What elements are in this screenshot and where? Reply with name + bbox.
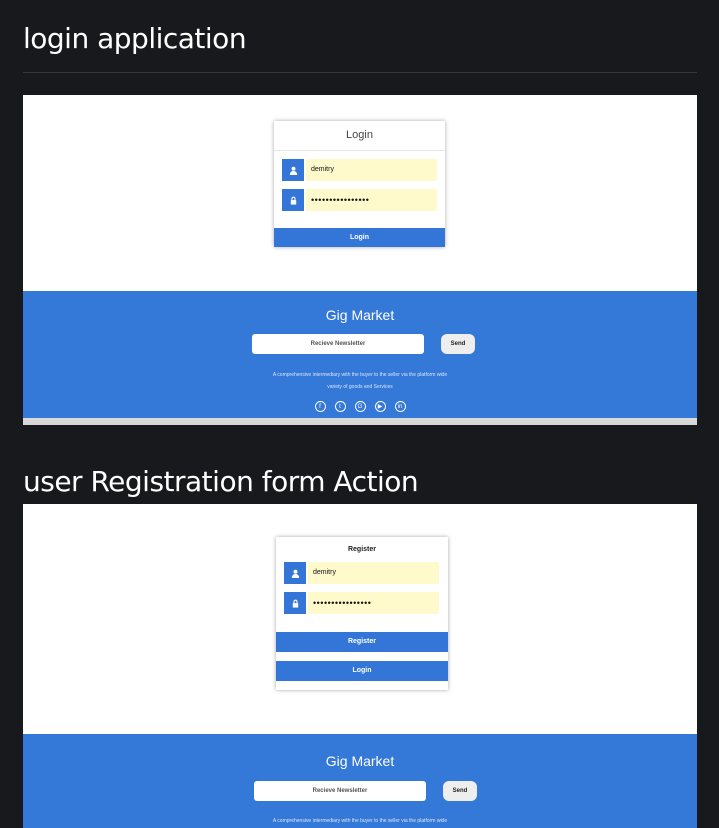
heading-divider — [23, 72, 697, 73]
login-card: Login demitry •••••••••••••••• Login — [274, 121, 445, 247]
footer-description-line2: variety of goods and Services — [327, 384, 393, 390]
site-footer: Gig Market Recieve Newsletter Send A com… — [23, 291, 697, 418]
card-divider — [274, 150, 445, 151]
social-icons: f t G ▶ in — [23, 401, 697, 412]
footer-description-line1: A comprehensive intermediary with the bu… — [272, 372, 448, 378]
user-icon — [284, 562, 306, 584]
register-card-title: Register — [347, 546, 376, 553]
linkedin-icon[interactable]: in — [394, 401, 406, 412]
registration-screenshot: Register demitry •••••••••••••••• Regist… — [23, 504, 697, 828]
horizontal-scrollbar[interactable] — [23, 418, 697, 425]
send-button[interactable]: Send — [443, 781, 477, 801]
user-icon — [282, 159, 304, 181]
send-button[interactable]: Send — [441, 334, 475, 354]
username-value[interactable]: demitry — [306, 159, 437, 181]
reg-username-field[interactable]: demitry — [284, 562, 439, 584]
facebook-icon[interactable]: f — [314, 401, 326, 412]
register-button[interactable]: Register — [276, 632, 448, 652]
password-value[interactable]: •••••••••••••••• — [306, 189, 437, 211]
reg-password-field[interactable]: •••••••••••••••• — [284, 592, 439, 614]
login-screenshot: Login demitry •••••••••••••••• Login Gig… — [23, 95, 697, 425]
reg-password-value[interactable]: •••••••••••••••• — [308, 592, 439, 614]
username-field[interactable]: demitry — [282, 159, 437, 181]
login-button[interactable]: Login — [274, 228, 445, 247]
newsletter-input[interactable]: Recieve Newsletter — [254, 781, 426, 801]
lock-icon — [284, 592, 306, 614]
password-field[interactable]: •••••••••••••••• — [282, 189, 437, 211]
section-heading-login: login application — [23, 22, 247, 55]
twitter-icon[interactable]: t — [334, 401, 346, 412]
section-heading-registration: user Registration form Action — [23, 465, 419, 498]
reg-username-value[interactable]: demitry — [308, 562, 439, 584]
youtube-icon[interactable]: ▶ — [374, 401, 386, 412]
footer-brand: Gig Market — [325, 307, 395, 323]
site-footer: Gig Market Recieve Newsletter Send A com… — [23, 734, 697, 828]
google-plus-icon[interactable]: G — [354, 401, 366, 412]
register-card: Register demitry •••••••••••••••• Regist… — [276, 537, 448, 690]
lock-icon — [282, 189, 304, 211]
login-card-title: Login — [346, 129, 373, 141]
footer-brand: Gig Market — [325, 753, 395, 769]
login-button[interactable]: Login — [276, 661, 448, 681]
footer-description-line1: A comprehensive intermediary with the bu… — [272, 818, 448, 824]
newsletter-input[interactable]: Recieve Newsletter — [252, 334, 424, 354]
